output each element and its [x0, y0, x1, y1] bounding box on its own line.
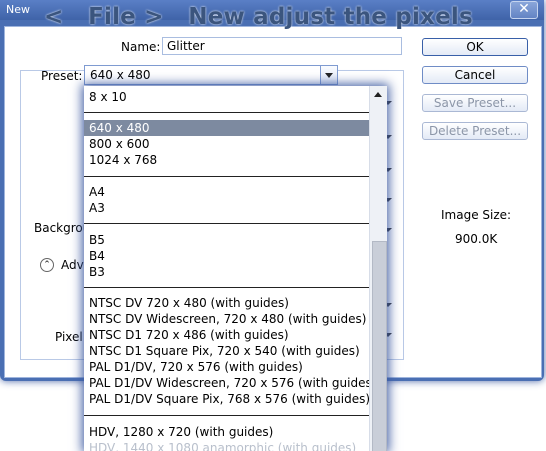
- window-title: New: [6, 3, 30, 16]
- list-divider: [84, 176, 369, 177]
- preset-option-selected[interactable]: 640 x 480: [84, 120, 369, 136]
- preset-label: Preset:: [41, 69, 83, 83]
- name-field[interactable]: Glitter: [162, 37, 402, 55]
- preset-option[interactable]: NTSC D1 720 x 486 (with guides): [89, 327, 289, 343]
- chevron-down-icon[interactable]: [320, 66, 337, 84]
- preset-option[interactable]: PAL D1/DV Square Pix, 768 x 576 (with gu…: [89, 391, 370, 407]
- background-contents-label: Backgrou: [34, 221, 91, 235]
- dropdown-scrollbar[interactable]: [369, 86, 387, 451]
- name-label: Name:: [121, 40, 161, 54]
- list-divider: [84, 112, 369, 113]
- preset-option[interactable]: PAL D1/DV, 720 x 576 (with guides): [89, 359, 303, 375]
- preset-option[interactable]: B3: [89, 264, 105, 280]
- save-preset-button[interactable]: Save Preset...: [422, 94, 528, 112]
- scrollbar-thumb[interactable]: [372, 241, 387, 451]
- preset-option[interactable]: HDV, 1440 x 1080 anamorphic (with guides…: [89, 440, 356, 451]
- list-divider: [84, 223, 369, 224]
- delete-preset-button[interactable]: Delete Preset...: [422, 122, 528, 140]
- preset-value: 640 x 480: [90, 68, 151, 82]
- image-size-label: Image Size:: [441, 208, 512, 222]
- preset-options: 8 x 10 640 x 480 800 x 600 1024 x 768 A4…: [84, 86, 376, 451]
- preset-option[interactable]: A4: [89, 184, 105, 200]
- cancel-button[interactable]: Cancel: [422, 66, 528, 84]
- ok-button[interactable]: OK: [422, 38, 528, 56]
- close-button[interactable]: ✕: [510, 1, 538, 19]
- expand-advanced-icon[interactable]: ⌃: [40, 258, 54, 272]
- preset-option[interactable]: NTSC D1 Square Pix, 720 x 540 (with guid…: [89, 343, 360, 359]
- preset-option[interactable]: 800 x 600: [89, 136, 150, 152]
- pixel-aspect-label: Pixel: [55, 330, 83, 344]
- preset-option[interactable]: B4: [89, 248, 105, 264]
- preset-option[interactable]: 1024 x 768: [89, 152, 157, 168]
- preset-option[interactable]: 8 x 10: [89, 89, 127, 105]
- preset-select[interactable]: 640 x 480: [84, 65, 338, 85]
- image-size-value: 900.0K: [455, 232, 498, 246]
- close-icon: ✕: [518, 1, 530, 17]
- tutorial-heading: < File > New adjust the pixels: [44, 4, 473, 30]
- name-field-value: Glitter: [167, 39, 205, 53]
- preset-option[interactable]: NTSC DV Widescreen, 720 x 480 (with guid…: [89, 311, 366, 327]
- preset-option[interactable]: A3: [89, 200, 105, 216]
- preset-option[interactable]: NTSC DV 720 x 480 (with guides): [89, 295, 289, 311]
- list-divider: [84, 287, 369, 288]
- list-divider: [84, 415, 369, 416]
- preset-option[interactable]: PAL D1/DV Widescreen, 720 x 576 (with gu…: [89, 375, 376, 391]
- preset-dropdown-list[interactable]: 8 x 10 640 x 480 800 x 600 1024 x 768 A4…: [84, 86, 387, 451]
- scroll-up-arrow-icon[interactable]: [374, 92, 382, 97]
- preset-option[interactable]: HDV, 1280 x 720 (with guides): [89, 424, 273, 440]
- preset-option[interactable]: B5: [89, 232, 105, 248]
